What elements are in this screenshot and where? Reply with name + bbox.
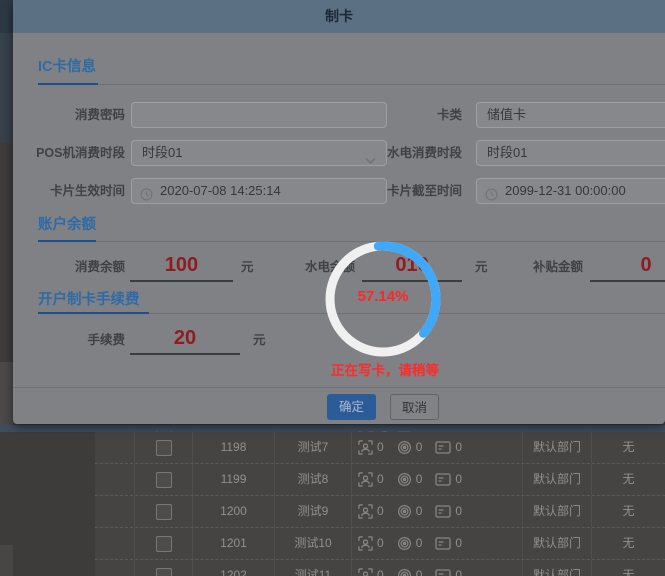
face-count: 0 bbox=[377, 496, 384, 527]
pos-period-select[interactable]: 时段01 bbox=[131, 140, 387, 166]
row-department: 默认部门 bbox=[523, 560, 592, 576]
subsidy-value: 0 bbox=[590, 252, 665, 282]
dialog-title: 制卡 bbox=[13, 0, 665, 33]
utility-period-select[interactable]: 时段01 bbox=[476, 140, 665, 166]
fee-label: 手续费 bbox=[13, 325, 125, 355]
consume-balance-unit: 元 bbox=[241, 252, 254, 282]
row-department: 默认部门 bbox=[523, 496, 592, 527]
background-corner bbox=[0, 0, 13, 33]
table-row[interactable]: 1198 测试7 0 0 0 默认部门 无 bbox=[95, 432, 665, 464]
fingerprint-icon bbox=[397, 536, 412, 551]
progress-percent: 57.14% bbox=[322, 288, 444, 305]
consume-balance-value: 100 bbox=[130, 252, 233, 282]
card-type-input[interactable]: 储值卡 bbox=[476, 102, 665, 128]
card-icon bbox=[435, 569, 451, 576]
table-row[interactable]: 1200 测试9 0 0 0 默认部门 无 bbox=[95, 496, 665, 528]
card-icon bbox=[435, 505, 451, 518]
start-time-label: 卡片生效时间 bbox=[13, 178, 125, 204]
fee-unit: 元 bbox=[253, 325, 266, 355]
card-type-label: 卡类 bbox=[350, 102, 462, 128]
card-count: 0 bbox=[455, 464, 462, 495]
end-time-input[interactable]: 2099-12-31 00:00:00 bbox=[476, 178, 665, 204]
finger-count: 0 bbox=[416, 560, 423, 576]
pos-period-label: POS机消费时段 bbox=[13, 140, 125, 166]
subsidy-label: 补贴金额 bbox=[533, 252, 583, 282]
face-scan-icon bbox=[358, 536, 373, 551]
fingerprint-icon bbox=[397, 504, 412, 519]
section-divider bbox=[38, 84, 665, 85]
face-count: 0 bbox=[377, 432, 384, 463]
finger-count: 0 bbox=[416, 432, 423, 463]
face-scan-icon bbox=[358, 472, 373, 487]
clock-icon bbox=[485, 185, 498, 204]
row-name: 测试9 bbox=[275, 496, 352, 527]
background-left-strip bbox=[0, 33, 13, 143]
cancel-button[interactable]: 取消 bbox=[390, 394, 439, 420]
row-name: 测试11 bbox=[275, 560, 352, 576]
row-id: 1201 bbox=[193, 528, 275, 559]
row-id: 1199 bbox=[193, 464, 275, 495]
footer-divider bbox=[13, 387, 665, 388]
row-name: 测试10 bbox=[275, 528, 352, 559]
row-checkbox[interactable] bbox=[156, 440, 172, 456]
password-input[interactable] bbox=[131, 102, 387, 128]
card-making-screen: 1198 测试7 0 0 0 默认部门 无 1199 测试8 0 0 bbox=[0, 0, 665, 576]
row-extra: 无 bbox=[592, 528, 665, 559]
card-icon bbox=[435, 441, 451, 454]
card-icon bbox=[435, 537, 451, 550]
fingerprint-icon bbox=[397, 472, 412, 487]
row-id: 1202 bbox=[193, 560, 275, 576]
finger-count: 0 bbox=[416, 528, 423, 559]
section-fee-title: 开户制卡手续费 bbox=[38, 288, 140, 309]
row-checkbox[interactable] bbox=[156, 568, 172, 576]
utility-period-label: 水电消费时段 bbox=[350, 140, 462, 166]
face-scan-icon bbox=[358, 568, 373, 576]
row-checkbox[interactable] bbox=[156, 536, 172, 552]
finger-count: 0 bbox=[416, 464, 423, 495]
fingerprint-icon bbox=[397, 568, 412, 576]
background-left-strip-light bbox=[0, 362, 13, 425]
row-extra: 无 bbox=[592, 496, 665, 527]
card-count: 0 bbox=[455, 432, 462, 463]
row-checkbox[interactable] bbox=[156, 504, 172, 520]
consume-balance-label: 消费余额 bbox=[13, 252, 125, 282]
fingerprint-icon bbox=[397, 440, 412, 455]
row-name: 测试7 bbox=[275, 432, 352, 463]
card-icon bbox=[435, 473, 451, 486]
row-extra: 无 bbox=[592, 432, 665, 463]
row-id: 1198 bbox=[193, 432, 275, 463]
row-department: 默认部门 bbox=[523, 528, 592, 559]
utility-balance-unit: 元 bbox=[475, 252, 488, 282]
clock-icon bbox=[140, 185, 153, 204]
table-row[interactable]: 1202 测试11 0 0 0 默认部门 无 bbox=[95, 560, 665, 576]
finger-count: 0 bbox=[416, 496, 423, 527]
card-count: 0 bbox=[455, 496, 462, 527]
card-count: 0 bbox=[455, 560, 462, 576]
row-extra: 无 bbox=[592, 464, 665, 495]
fee-value: 20 bbox=[130, 325, 240, 355]
face-count: 0 bbox=[377, 560, 384, 576]
face-count: 0 bbox=[377, 528, 384, 559]
row-extra: 无 bbox=[592, 560, 665, 576]
employee-table: 1198 测试7 0 0 0 默认部门 无 1199 测试8 0 0 bbox=[95, 432, 665, 576]
progress-message: 正在写卡，请稍等 bbox=[331, 359, 439, 379]
end-time-label: 卡片截至时间 bbox=[350, 178, 462, 204]
face-scan-icon bbox=[358, 504, 373, 519]
section-balance-title: 账户余额 bbox=[38, 213, 96, 234]
card-count: 0 bbox=[455, 528, 462, 559]
row-department: 默认部门 bbox=[523, 432, 592, 463]
row-checkbox[interactable] bbox=[156, 472, 172, 488]
table-row[interactable]: 1199 测试8 0 0 0 默认部门 无 bbox=[95, 464, 665, 496]
row-name: 测试8 bbox=[275, 464, 352, 495]
face-scan-icon bbox=[358, 440, 373, 455]
row-department: 默认部门 bbox=[523, 464, 592, 495]
background-left-strip-bottom bbox=[0, 545, 13, 576]
section-ic-info-title: IC卡信息 bbox=[38, 55, 96, 76]
row-id: 1200 bbox=[193, 496, 275, 527]
table-row[interactable]: 1201 测试10 0 0 0 默认部门 无 bbox=[95, 528, 665, 560]
password-label: 消费密码 bbox=[13, 102, 125, 128]
start-time-input[interactable]: 2020-07-08 14:25:14 bbox=[131, 178, 387, 204]
ok-button[interactable]: 确定 bbox=[327, 394, 376, 420]
face-count: 0 bbox=[377, 464, 384, 495]
